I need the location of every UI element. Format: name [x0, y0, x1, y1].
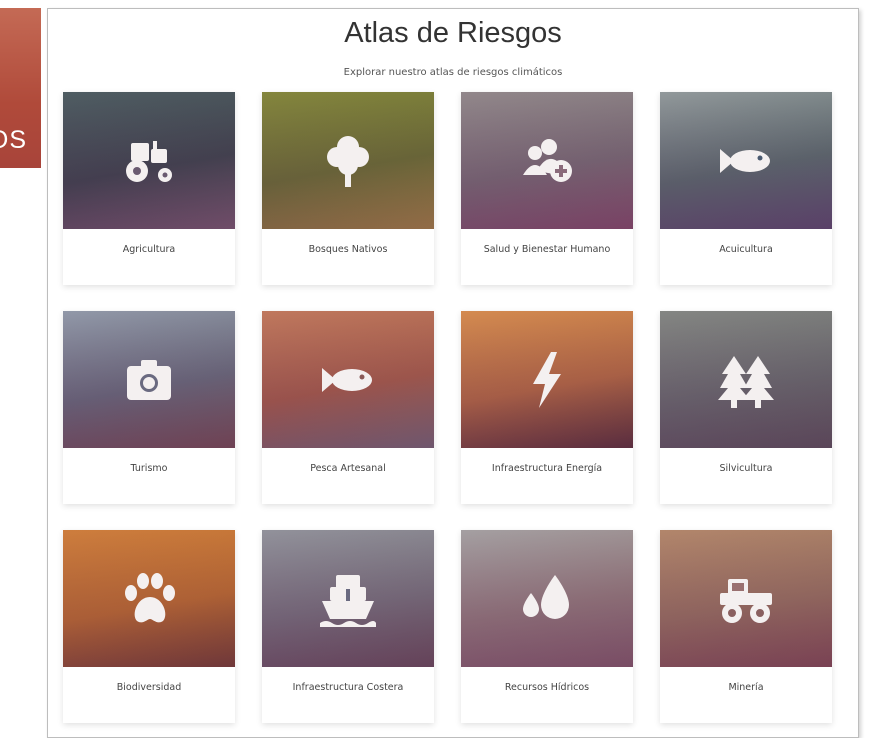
card-label: Minería: [728, 682, 764, 693]
fish-icon: [720, 148, 770, 173]
side-banner-text: OS: [0, 126, 27, 154]
ship-icon: [320, 574, 376, 627]
card-label: Silvicultura: [719, 463, 773, 474]
card-image: [461, 92, 633, 229]
card-label: Agricultura: [122, 244, 176, 255]
tractor-icon: [126, 140, 172, 182]
card-label: Infraestructura Energía: [491, 463, 603, 474]
card-label: Salud y Bienestar Humano: [483, 244, 611, 255]
card-label: Pesca Artesanal: [310, 463, 386, 474]
card-label: Turismo: [130, 463, 168, 474]
card-image: [660, 530, 832, 667]
card-image: [461, 530, 633, 667]
card-infraestructura-costera[interactable]: Infraestructura Costera: [262, 530, 434, 723]
card-bosques-nativos[interactable]: Bosques Nativos: [262, 92, 434, 285]
card-silvicultura[interactable]: Silvicultura: [660, 311, 832, 504]
card-mineria[interactable]: Minería: [660, 530, 832, 723]
background-strip: OS: [0, 0, 41, 724]
users-plus-icon: [523, 138, 572, 182]
paw-icon: [125, 572, 175, 622]
truck-icon: [720, 578, 772, 623]
pine-trees-icon: [718, 355, 774, 408]
card-recursos-hidricos[interactable]: Recursos Hídricos: [461, 530, 633, 723]
card-biodiversidad[interactable]: Biodiversidad: [63, 530, 235, 723]
card-image: [262, 530, 434, 667]
card-pesca-artesanal[interactable]: Pesca Artesanal: [262, 311, 434, 504]
card-agricultura[interactable]: Agricultura: [63, 92, 235, 285]
card-image: [660, 92, 832, 229]
card-image: [461, 311, 633, 448]
card-label: Biodiversidad: [116, 682, 182, 693]
camera-icon: [127, 359, 171, 400]
card-label: Bosques Nativos: [308, 244, 388, 255]
card-salud[interactable]: Salud y Bienestar Humano: [461, 92, 633, 285]
page-title: Atlas de Riesgos: [344, 17, 562, 49]
card-infraestructura-energia[interactable]: Infraestructura Energía: [461, 311, 633, 504]
card-image: [63, 530, 235, 667]
card-label: Infraestructura Costera: [292, 682, 404, 693]
side-banner: OS: [0, 8, 41, 168]
card-image: [262, 311, 434, 448]
tree-icon: [327, 135, 369, 187]
card-image: [63, 311, 235, 448]
page-subtitle: Explorar nuestro atlas de riesgos climát…: [343, 67, 563, 78]
atlas-modal: Atlas de Riesgos Explorar nuestro atlas …: [47, 8, 859, 738]
card-image: [660, 311, 832, 448]
card-label: Recursos Hídricos: [504, 682, 590, 693]
card-acuicultura[interactable]: Acuicultura: [660, 92, 832, 285]
card-label: Acuicultura: [719, 244, 773, 255]
bolt-icon: [533, 351, 561, 408]
fish-icon: [322, 367, 372, 392]
card-image: [262, 92, 434, 229]
card-image: [63, 92, 235, 229]
droplets-icon: [523, 574, 569, 619]
card-turismo[interactable]: Turismo: [63, 311, 235, 504]
